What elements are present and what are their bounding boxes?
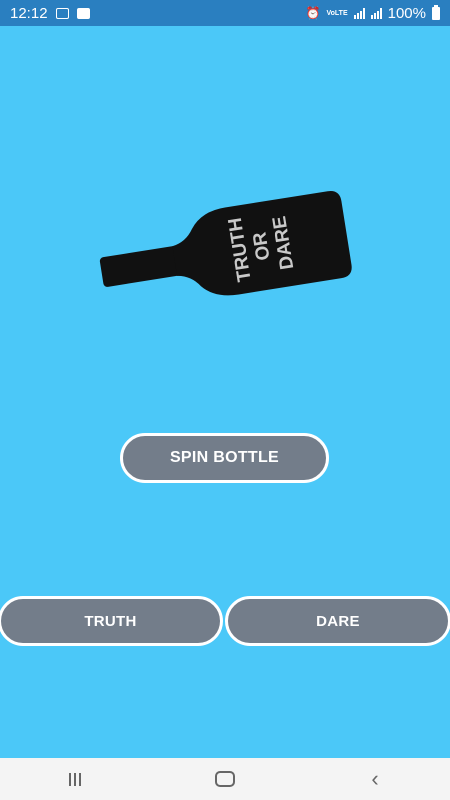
status-time: 12:12 xyxy=(10,4,48,22)
bottle-neck xyxy=(99,245,183,287)
volte-label: VoLTE xyxy=(326,9,348,17)
gallery-notification-icon xyxy=(55,7,69,19)
home-button[interactable] xyxy=(195,758,255,800)
back-button[interactable]: ‹ xyxy=(345,758,405,800)
alarm-icon: ⏰ xyxy=(305,6,321,20)
recents-icon xyxy=(69,772,81,786)
battery-icon xyxy=(432,4,440,20)
truth-button[interactable]: TRUTH xyxy=(0,596,223,646)
status-left: 12:12 xyxy=(10,5,90,22)
status-bar: 12:12 ⏰ VoLTE 100% xyxy=(0,0,450,26)
check-notification-icon xyxy=(76,7,90,19)
spin-bottle-button[interactable]: SPIN BOTTLE xyxy=(120,433,329,483)
navigation-bar: ‹ xyxy=(0,758,450,800)
status-right: ⏰ VoLTE 100% xyxy=(305,4,440,22)
battery-percent: 100% xyxy=(387,4,426,22)
bottle-icon: TRUTH OR DARE xyxy=(99,191,352,296)
signal-icon xyxy=(353,7,365,19)
recents-button[interactable] xyxy=(45,758,105,800)
bottle[interactable]: TRUTH OR DARE xyxy=(95,186,355,306)
home-icon xyxy=(215,771,235,787)
signal-icon-2 xyxy=(370,7,382,19)
main-area: TRUTH OR DARE xyxy=(0,26,450,758)
dare-button[interactable]: DARE xyxy=(225,596,450,646)
back-icon: ‹ xyxy=(371,766,379,791)
bottle-label-or: OR xyxy=(249,230,274,262)
